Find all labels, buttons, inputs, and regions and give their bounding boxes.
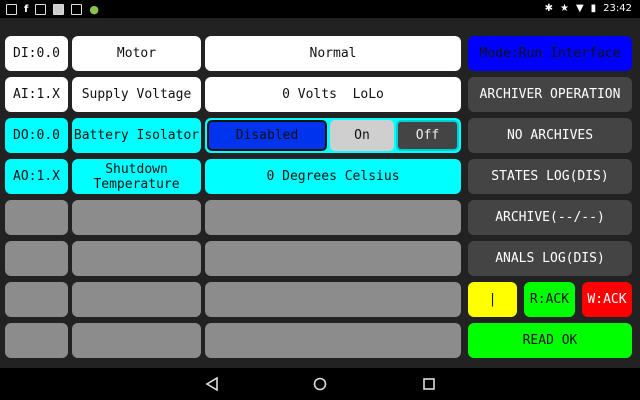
row-supply-voltage-name: Supply Voltage <box>72 77 201 112</box>
empty-cell <box>205 282 461 317</box>
anals-log-button[interactable]: ANALS LOG(DIS) <box>468 241 632 276</box>
w-ack-button[interactable]: W:ACK <box>582 282 632 317</box>
android-icon: ● <box>89 3 99 16</box>
system-icons: ✱ ★ ▼ ▮ 23:42 <box>545 3 632 14</box>
empty-cell <box>72 282 201 317</box>
empty-cell <box>5 282 68 317</box>
clock: 23:42 <box>603 3 632 14</box>
row-battery-isolator-id: DO:0.0 <box>5 118 68 153</box>
empty-cell <box>5 200 68 235</box>
no-archives-button[interactable]: NO ARCHIVES <box>468 118 632 153</box>
empty-cell <box>72 323 201 358</box>
row-shutdown-temp-value: 0 Degrees Celsius <box>205 159 461 194</box>
status-bar: f ● ✱ ★ ▼ ▮ 23:42 <box>0 0 640 18</box>
row-battery-isolator-name: Battery Isolator <box>72 118 201 153</box>
navigation-bar <box>0 368 640 400</box>
empty-cell <box>205 323 461 358</box>
gallery-icon <box>71 4 83 15</box>
empty-cell <box>72 200 201 235</box>
wifi-icon: ▼ <box>575 3 584 14</box>
option-on-button[interactable]: On <box>330 120 394 151</box>
keyboard-icon <box>53 4 65 15</box>
row-motor-id: DI:0.0 <box>5 36 68 71</box>
recent-apps-icon[interactable] <box>422 377 436 391</box>
row-supply-voltage-value: 0 Volts LoLo <box>205 77 461 112</box>
row-shutdown-temp-name: Shutdown Temperature <box>72 159 201 194</box>
indicator-yellow-button[interactable]: | <box>468 282 517 317</box>
bluetooth-icon: ✱ <box>544 3 553 14</box>
option-disabled-button[interactable]: Disabled <box>207 120 327 151</box>
row-motor-name: Motor <box>72 36 201 71</box>
star-icon: ★ <box>559 3 569 14</box>
read-ok-button[interactable]: READ OK <box>468 323 632 358</box>
empty-cell <box>205 200 461 235</box>
states-log-button[interactable]: STATES LOG(DIS) <box>468 159 632 194</box>
row-motor-value: Normal <box>205 36 461 71</box>
empty-cell <box>5 241 68 276</box>
image-icon <box>6 4 17 15</box>
empty-cell <box>72 241 201 276</box>
notification-icons: f ● <box>6 3 99 16</box>
email-icon <box>35 4 47 15</box>
empty-cell <box>5 323 68 358</box>
main-panel: DI:0.0 Motor Normal AI:1.X Supply Voltag… <box>0 18 640 368</box>
row-shutdown-temp-id: AO:1.X <box>5 159 68 194</box>
home-icon[interactable] <box>313 377 327 391</box>
facebook-icon: f <box>24 4 29 15</box>
battery-icon: ▮ <box>590 3 597 14</box>
option-off-button[interactable]: Off <box>396 120 459 151</box>
back-icon[interactable] <box>205 377 219 391</box>
empty-cell <box>205 241 461 276</box>
mode-button[interactable]: Mode:Run Interface <box>468 36 632 71</box>
battery-isolator-selector: Disabled On Off <box>205 118 461 153</box>
row-supply-voltage-id: AI:1.X <box>5 77 68 112</box>
r-ack-button[interactable]: R:ACK <box>524 282 575 317</box>
archive-button[interactable]: ARCHIVE(--/--) <box>468 200 632 235</box>
archiver-operation-button[interactable]: ARCHIVER OPERATION <box>468 77 632 112</box>
